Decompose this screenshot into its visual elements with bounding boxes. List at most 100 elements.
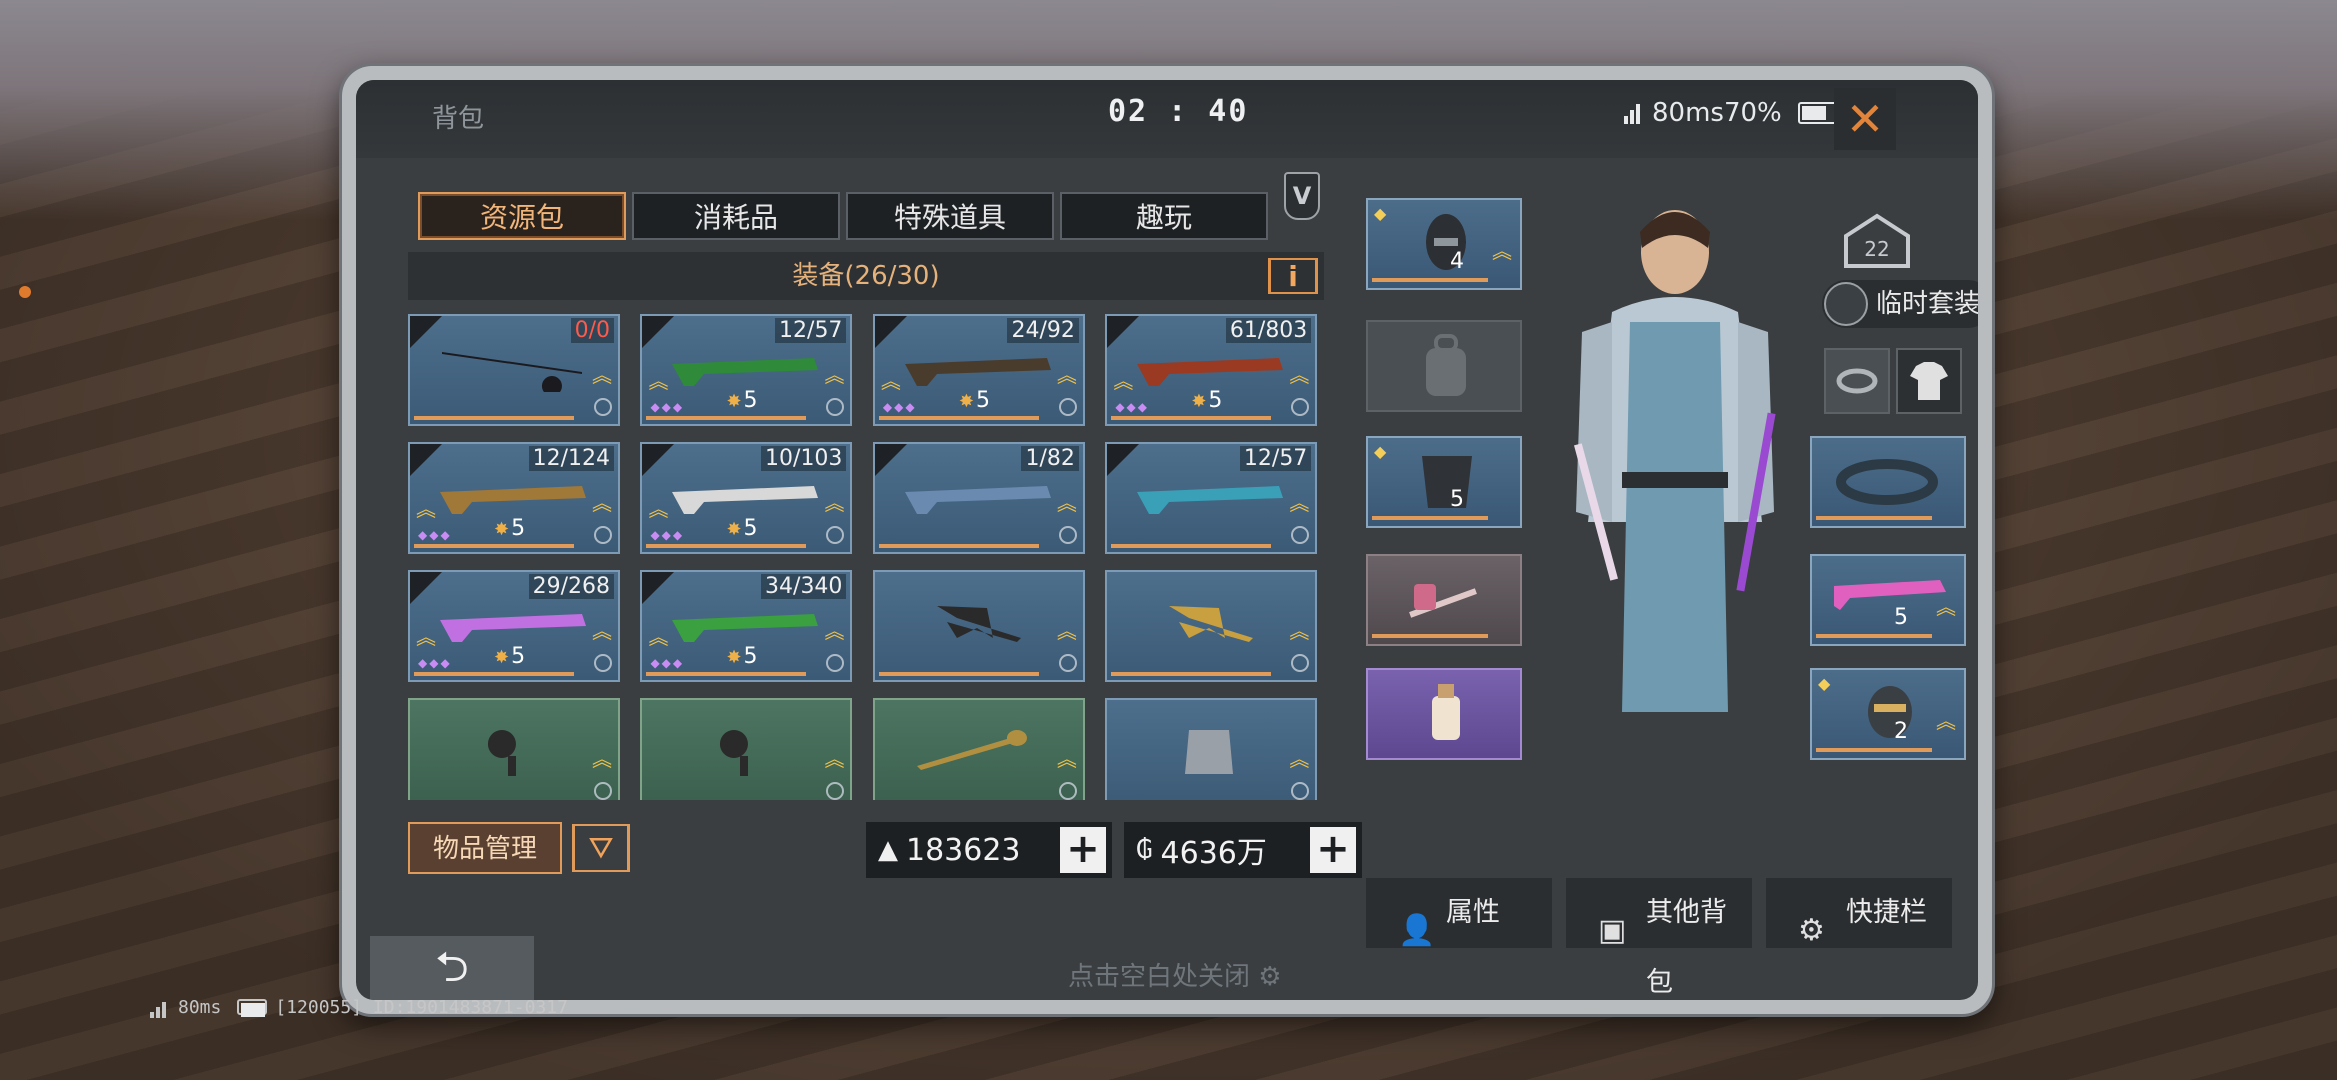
ranged-weapon-slot[interactable]: 5 ︽: [1810, 554, 1966, 646]
upgrade-icon: ︽: [1289, 619, 1310, 643]
hint-text: 点击空白处关闭: [1068, 962, 1251, 992]
star-icon: ✸: [726, 647, 742, 668]
rarity-corner: [874, 316, 907, 348]
rarity-corner: [1107, 444, 1140, 476]
rifle-icon: [440, 614, 586, 642]
rarity-corner: [410, 316, 442, 348]
tab-consumables[interactable]: 消耗品: [632, 192, 840, 240]
temporary-outfit-label: 临时套装: [1876, 289, 1978, 319]
attributes-button[interactable]: 👤 属性: [1366, 878, 1552, 948]
inventory-tools: 物品管理 ⛛: [408, 822, 630, 874]
upgrade-icon: ︽: [824, 747, 845, 771]
footer-id: [120055] ID:1901483871-0317: [275, 996, 568, 1018]
outfit-slot[interactable]: [1896, 348, 1962, 414]
item-slot[interactable]: 61/803 ︽ ◆◆◆ ✸5 ︽: [1105, 314, 1318, 426]
back-button[interactable]: ⮌: [370, 936, 534, 1000]
armor-slot[interactable]: ◆ 5: [1366, 436, 1522, 528]
footer-ping: 80ms: [178, 996, 222, 1018]
inventory-tablet: 背包 02 : 40 80ms70% ✕ V 资源包 消耗品 特殊道具 趣玩 装…: [342, 66, 1992, 1014]
rank-icon: ︽: [416, 497, 436, 521]
info-button[interactable]: i: [1268, 258, 1318, 294]
tab-fun[interactable]: 趣玩: [1060, 192, 1268, 240]
diamond-icon: ◆: [1374, 442, 1387, 461]
repair-icon: [1291, 782, 1310, 800]
item-slot[interactable]: ︽: [640, 698, 853, 800]
item-star-level: ✸5: [726, 644, 757, 669]
item-slot[interactable]: ︽: [408, 698, 620, 800]
item-slot[interactable]: 12/57 ︽: [1105, 442, 1318, 554]
star-count: 5: [511, 516, 526, 541]
item-management-button[interactable]: 物品管理: [408, 822, 562, 874]
gem-dots: ◆◆◆: [650, 400, 685, 414]
item-count: 1/82: [1021, 446, 1079, 471]
house-level-badge[interactable]: 22: [1840, 212, 1914, 282]
close-button[interactable]: ✕: [1834, 88, 1896, 150]
durability-bar: [878, 544, 1039, 548]
fan-icon: [720, 730, 749, 776]
shortcut-bar-button[interactable]: ⚙ 快捷栏: [1766, 878, 1952, 948]
helmet-icon: [1426, 214, 1466, 270]
fishing-rod-icon: [442, 352, 582, 392]
item-slot[interactable]: 12/124 ︽ ◆◆◆ ✸5 ︽: [408, 442, 620, 554]
resource-icon: ▲: [878, 835, 898, 865]
status-area: 80ms70%: [1624, 98, 1842, 128]
add-coins-button[interactable]: +: [1310, 827, 1356, 873]
gem-dots: ◆◆◆: [418, 528, 452, 542]
item-slot[interactable]: 34/340 ︽ ◆◆◆ ✸5 ︽: [640, 570, 853, 682]
item-slot[interactable]: 0/0 ︽: [408, 314, 620, 426]
item-count: 0/0: [570, 318, 614, 343]
coin-currency: ₲ 4636万 +: [1124, 822, 1362, 878]
item-slot[interactable]: ︽: [1105, 570, 1318, 682]
upgrade-icon: ︽: [592, 619, 612, 643]
star-icon: ✸: [494, 647, 510, 668]
other-backpacks-button[interactable]: ▣ 其他背包: [1566, 878, 1752, 998]
consumable-slot[interactable]: [1366, 668, 1522, 760]
repair-icon: [826, 654, 845, 672]
crossbow-icon: [440, 486, 586, 514]
rarity-corner: [642, 316, 675, 348]
resource-amount: 183623: [906, 832, 1021, 868]
repair-icon: [594, 398, 612, 416]
durability-bar: [646, 672, 807, 676]
gem-dots: ◆◆◆: [882, 400, 917, 414]
potion-icon: [1432, 684, 1460, 740]
item-slot[interactable]: 29/268 ︽ ◆◆◆ ✸5 ︽: [408, 570, 620, 682]
diamond-icon: ◆: [1818, 674, 1831, 693]
gem-dots: ◆◆◆: [1115, 400, 1149, 414]
add-resource-button[interactable]: +: [1060, 827, 1106, 873]
bracelet-slot[interactable]: [1810, 436, 1966, 528]
item-slot[interactable]: ︽: [872, 570, 1085, 682]
repair-icon: [1058, 782, 1077, 800]
item-count: 12/57: [1239, 446, 1312, 471]
tab-special-items[interactable]: 特殊道具: [846, 192, 1054, 240]
repair-icon: [1058, 526, 1077, 544]
item-count: 61/803: [1225, 318, 1312, 343]
melee-weapon-slot[interactable]: [1366, 554, 1522, 646]
star-icon: ✸: [726, 519, 742, 540]
item-slot[interactable]: 1/82 ︽: [872, 442, 1085, 554]
status-text: 80ms70%: [1652, 98, 1782, 128]
star-count: 5: [743, 516, 758, 541]
ring-slot[interactable]: [1824, 348, 1890, 414]
backpack-slot[interactable]: [1366, 320, 1522, 412]
tab-resource-pack[interactable]: 资源包: [418, 192, 626, 240]
filter-button[interactable]: ⛛: [572, 824, 630, 872]
item-slot[interactable]: 24/92 ︽ ◆◆◆ ✸5 ︽: [872, 314, 1085, 426]
temporary-outfit-button[interactable]: 临时套装: [1822, 280, 1978, 328]
durability-bar: [646, 416, 807, 420]
upgrade-icon: ︽: [824, 491, 845, 515]
tap-to-close-hint: 点击空白处关闭 ⚙: [1068, 956, 1282, 993]
star-count: 5: [975, 388, 990, 413]
crossbow-icon: [672, 486, 819, 514]
item-slot[interactable]: 12/57 ︽ ◆◆◆ ✸5 ︽: [640, 314, 853, 426]
item-slot[interactable]: ︽: [872, 698, 1085, 800]
clock: 02 : 40: [1108, 94, 1249, 129]
category-tabs: 资源包 消耗品 特殊道具 趣玩: [418, 192, 1268, 240]
item-slot[interactable]: 10/103 ︽ ◆◆◆ ✸5 ︽: [640, 442, 853, 554]
durability-bar: [1816, 516, 1932, 520]
headgear-slot[interactable]: ◆ 2 ︽: [1810, 668, 1966, 760]
upgrade-icon: ︽: [592, 491, 612, 515]
helmet-slot[interactable]: ◆ 4 ︽: [1366, 198, 1522, 290]
item-slot[interactable]: ︽: [1105, 698, 1318, 800]
durability-bar: [1111, 416, 1272, 420]
